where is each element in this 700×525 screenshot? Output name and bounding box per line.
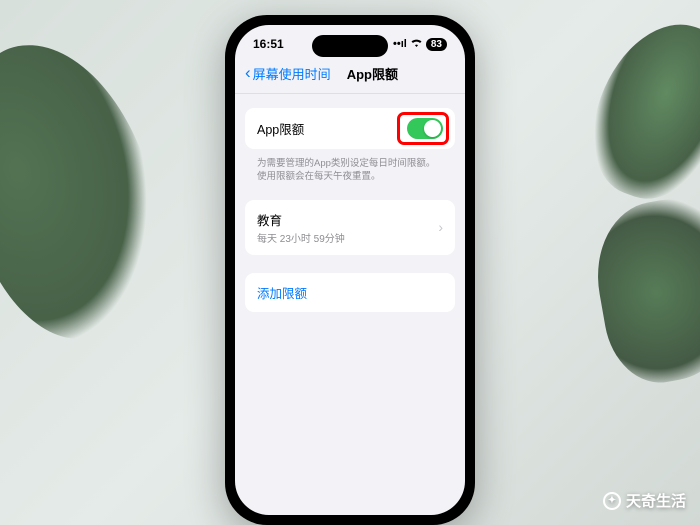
wifi-icon bbox=[410, 38, 423, 51]
add-limit-group: 添加限额 bbox=[245, 273, 455, 312]
app-limit-footer: 为需要管理的App类别设定每日时间限额。使用限额会在每天午夜重置。 bbox=[245, 153, 455, 184]
status-time: 16:51 bbox=[253, 37, 284, 51]
back-button[interactable]: ‹ 屏幕使用时间 bbox=[245, 63, 331, 83]
category-label: 教育 bbox=[257, 210, 438, 229]
status-right: ••ıl 83 bbox=[393, 38, 447, 51]
app-limit-label: App限额 bbox=[257, 119, 304, 138]
signal-icon: ••ıl bbox=[393, 38, 407, 50]
page-title: App限额 bbox=[347, 64, 398, 83]
category-group: 教育 每天 23小时 59分钟 › bbox=[245, 200, 455, 255]
bg-leaf-right-top bbox=[573, 5, 700, 215]
back-label: 屏幕使用时间 bbox=[253, 64, 331, 83]
add-limit-button[interactable]: 添加限额 bbox=[245, 273, 455, 312]
watermark-text: 天奇生活 bbox=[626, 490, 686, 511]
app-limit-toggle[interactable] bbox=[407, 118, 443, 139]
battery-level: 83 bbox=[426, 38, 447, 51]
watermark: ✦ 天奇生活 bbox=[603, 490, 686, 511]
chevron-left-icon: ‹ bbox=[245, 63, 251, 83]
watermark-icon: ✦ bbox=[603, 492, 621, 510]
app-limit-group: App限额 bbox=[245, 108, 455, 149]
phone-frame: 16:51 ••ıl 83 ‹ 屏幕使用时间 App限额 App限额 bbox=[225, 15, 475, 525]
nav-bar: ‹ 屏幕使用时间 App限额 bbox=[235, 55, 465, 94]
dynamic-island bbox=[312, 35, 388, 57]
bg-leaf-left bbox=[0, 22, 186, 358]
phone-screen: 16:51 ••ıl 83 ‹ 屏幕使用时间 App限额 App限额 bbox=[235, 25, 465, 515]
app-limit-toggle-cell: App限额 bbox=[245, 108, 455, 149]
chevron-right-icon: › bbox=[438, 219, 443, 235]
bg-leaf-right-mid bbox=[585, 189, 700, 391]
category-cell[interactable]: 教育 每天 23小时 59分钟 › bbox=[245, 200, 455, 255]
add-limit-label: 添加限额 bbox=[257, 283, 307, 302]
toggle-knob bbox=[424, 120, 441, 137]
content-area: App限额 为需要管理的App类别设定每日时间限额。使用限额会在每天午夜重置。 … bbox=[235, 94, 465, 344]
category-detail: 每天 23小时 59分钟 bbox=[257, 230, 438, 245]
